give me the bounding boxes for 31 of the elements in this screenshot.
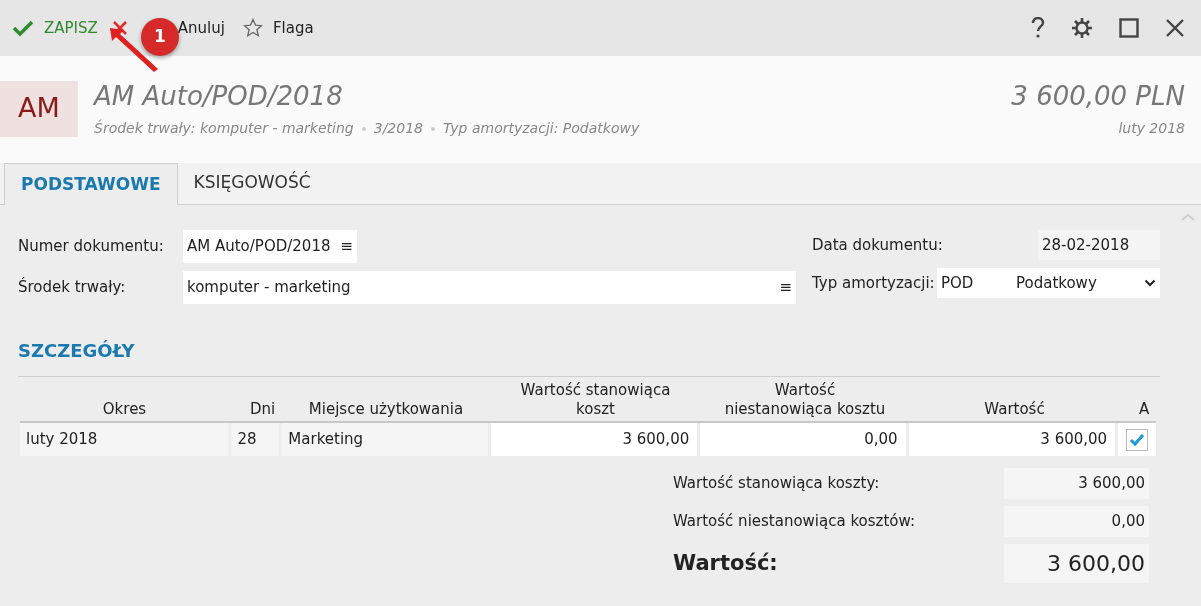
summary-label: Wartość niestanowiąca kosztów: <box>673 511 915 533</box>
avatar-initials: AM <box>0 80 78 137</box>
column-header: Wartość niestanowiąca kosztu <box>723 381 887 419</box>
summary-label: Wartość: <box>673 549 778 577</box>
column-header: Miejsce użytkowania <box>307 400 465 419</box>
document-period: luty 2018 <box>1118 119 1185 138</box>
summary-value: 3 600,00 <box>1004 468 1149 499</box>
section-title: SZCZEGÓŁY <box>18 339 136 363</box>
summary-label: Wartość stanowiąca koszty: <box>673 473 880 495</box>
table-cell: Marketing <box>282 423 488 456</box>
table-cell: 0,00 <box>700 423 906 456</box>
summary-value: 3 600,00 <box>1004 544 1149 583</box>
document-meta: 3/2018 <box>373 119 423 138</box>
column-header: Okres <box>101 400 148 419</box>
summary-value: 0,00 <box>1004 506 1149 537</box>
field-label: Data dokumentu: <box>812 234 943 256</box>
field-label: Numer dokumentu: <box>18 236 165 258</box>
column-header: Wartość stanowiąca koszt <box>519 381 672 419</box>
table-cell: 28 <box>231 423 280 456</box>
table-cell: luty 2018 <box>20 423 229 456</box>
field-label: Typ amortyzacji: <box>812 272 935 294</box>
document-meta: Typ amortyzacji: Podatkowy <box>443 119 640 138</box>
document-amount: 3 600,00 PLN <box>1011 80 1185 112</box>
table-cell: 3 600,00 <box>490 423 698 456</box>
column-header: A <box>1138 400 1151 419</box>
table-cell: 3 600,00 <box>908 423 1116 456</box>
column-header: Wartość <box>983 400 1046 419</box>
field-label: Środek trwały: <box>18 276 127 299</box>
document-meta: Środek trwały: komputer - marketing <box>94 118 354 138</box>
document-title: AM Auto/POD/2018 <box>94 80 344 112</box>
column-header: Dni <box>249 400 277 419</box>
